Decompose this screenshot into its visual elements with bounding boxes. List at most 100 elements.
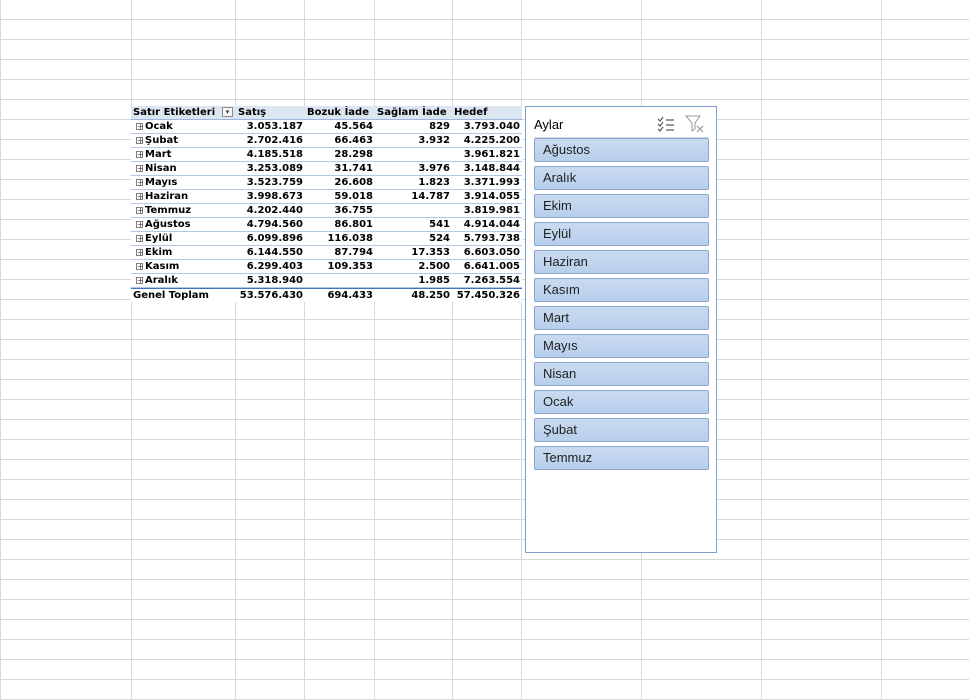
total-bozuk-iade[interactable]: 694.433 xyxy=(305,289,375,302)
cell-satis[interactable]: 3.253.089 xyxy=(236,162,305,175)
expand-icon[interactable]: + xyxy=(136,137,144,145)
expand-icon[interactable]: + xyxy=(136,193,144,201)
cell-hedef[interactable]: 3.914.055 xyxy=(452,190,522,203)
row-label-cell[interactable]: +Kasım xyxy=(131,260,236,273)
expand-icon[interactable]: + xyxy=(136,207,144,215)
cell-hedef[interactable]: 7.263.554 xyxy=(452,274,522,287)
cell-bozuk-iade[interactable]: 66.463 xyxy=(305,134,375,147)
cell-hedef[interactable]: 5.793.738 xyxy=(452,232,522,245)
slicer-item[interactable]: Haziran xyxy=(534,250,709,274)
cell-saglam-iade[interactable]: 541 xyxy=(375,218,452,231)
worksheet-grid[interactable]: Satır Etiketleri ▾ Satış Bozuk İade Sağl… xyxy=(0,0,969,700)
cell-hedef[interactable]: 4.225.200 xyxy=(452,134,522,147)
cell-hedef[interactable]: 3.961.821 xyxy=(452,148,522,161)
slicer-item[interactable]: Mayıs xyxy=(534,334,709,358)
expand-icon[interactable]: + xyxy=(136,263,144,271)
cell-bozuk-iade[interactable]: 116.038 xyxy=(305,232,375,245)
total-hedef[interactable]: 57.450.326 xyxy=(452,289,522,302)
slicer-item[interactable]: Temmuz xyxy=(534,446,709,470)
clear-filter-icon[interactable] xyxy=(685,115,705,133)
cell-saglam-iade[interactable]: 1.985 xyxy=(375,274,452,287)
cell-saglam-iade[interactable] xyxy=(375,204,452,217)
slicer-item[interactable]: Aralık xyxy=(534,166,709,190)
cell-bozuk-iade[interactable]: 86.801 xyxy=(305,218,375,231)
slicer-item[interactable]: Mart xyxy=(534,306,709,330)
cell-saglam-iade[interactable]: 524 xyxy=(375,232,452,245)
row-label-cell[interactable]: +Haziran xyxy=(131,190,236,203)
row-label-cell[interactable]: +Aralık xyxy=(131,274,236,287)
cell-hedef[interactable]: 4.914.044 xyxy=(452,218,522,231)
cell-satis[interactable]: 3.998.673 xyxy=(236,190,305,203)
cell-bozuk-iade[interactable]: 31.741 xyxy=(305,162,375,175)
cell-bozuk-iade[interactable]: 87.794 xyxy=(305,246,375,259)
cell-saglam-iade[interactable]: 829 xyxy=(375,120,452,133)
header-row-labels[interactable]: Satır Etiketleri xyxy=(131,106,236,119)
header-hedef[interactable]: Hedef xyxy=(452,106,522,119)
total-saglam-iade[interactable]: 48.250 xyxy=(375,289,452,302)
expand-icon[interactable]: + xyxy=(136,165,144,173)
cell-bozuk-iade[interactable] xyxy=(305,274,375,287)
cell-saglam-iade[interactable] xyxy=(375,148,452,161)
cell-saglam-iade[interactable]: 14.787 xyxy=(375,190,452,203)
cell-hedef[interactable]: 3.371.993 xyxy=(452,176,522,189)
cell-bozuk-iade[interactable]: 45.564 xyxy=(305,120,375,133)
expand-icon[interactable]: + xyxy=(136,277,144,285)
expand-icon[interactable]: + xyxy=(136,123,144,131)
row-label-cell[interactable]: +Ağustos xyxy=(131,218,236,231)
cell-hedef[interactable]: 6.641.005 xyxy=(452,260,522,273)
slicer-item[interactable]: Kasım xyxy=(534,278,709,302)
total-satis[interactable]: 53.576.430 xyxy=(236,289,305,302)
row-label-filter-button[interactable]: ▾ xyxy=(222,107,233,117)
expand-icon[interactable]: + xyxy=(136,235,144,243)
header-bozuk-iade[interactable]: Bozuk İade xyxy=(305,106,375,119)
slicer-aylar[interactable]: Aylar Ağustos Aralık Ekim Eylül Haziran … xyxy=(525,106,717,553)
cell-hedef[interactable]: 6.603.050 xyxy=(452,246,522,259)
header-saglam-iade[interactable]: Sağlam İade xyxy=(375,106,452,119)
row-label-cell[interactable]: +Mayıs xyxy=(131,176,236,189)
cell-saglam-iade[interactable]: 2.500 xyxy=(375,260,452,273)
slicer-item[interactable]: Şubat xyxy=(534,418,709,442)
cell-satis[interactable]: 4.185.518 xyxy=(236,148,305,161)
cell-bozuk-iade[interactable]: 36.755 xyxy=(305,204,375,217)
multi-select-icon[interactable] xyxy=(656,115,676,133)
cell-bozuk-iade[interactable]: 26.608 xyxy=(305,176,375,189)
row-label-cell[interactable]: +Mart xyxy=(131,148,236,161)
cell-hedef[interactable]: 3.819.981 xyxy=(452,204,522,217)
cell-bozuk-iade[interactable]: 59.018 xyxy=(305,190,375,203)
cell-saglam-iade[interactable]: 3.976 xyxy=(375,162,452,175)
cell-satis[interactable]: 2.702.416 xyxy=(236,134,305,147)
slicer-item[interactable]: Ocak xyxy=(534,390,709,414)
cell-hedef[interactable]: 3.148.844 xyxy=(452,162,522,175)
slicer-item[interactable]: Eylül xyxy=(534,222,709,246)
cell-satis[interactable]: 4.794.560 xyxy=(236,218,305,231)
expand-icon[interactable]: + xyxy=(136,221,144,229)
cell-satis[interactable]: 4.202.440 xyxy=(236,204,305,217)
row-label-cell[interactable]: +Eylül xyxy=(131,232,236,245)
total-label[interactable]: Genel Toplam xyxy=(131,289,236,302)
expand-icon[interactable]: + xyxy=(136,249,144,257)
row-label-cell[interactable]: +Temmuz xyxy=(131,204,236,217)
column-line xyxy=(452,0,453,700)
expand-icon[interactable]: + xyxy=(136,179,144,187)
cell-satis[interactable]: 5.318.940 xyxy=(236,274,305,287)
cell-satis[interactable]: 3.523.759 xyxy=(236,176,305,189)
cell-satis[interactable]: 6.144.550 xyxy=(236,246,305,259)
header-satis[interactable]: Satış xyxy=(236,106,305,119)
expand-icon[interactable]: + xyxy=(136,151,144,159)
cell-saglam-iade[interactable]: 3.932 xyxy=(375,134,452,147)
slicer-item[interactable]: Ağustos xyxy=(534,138,709,162)
cell-bozuk-iade[interactable]: 28.298 xyxy=(305,148,375,161)
slicer-item[interactable]: Ekim xyxy=(534,194,709,218)
cell-bozuk-iade[interactable]: 109.353 xyxy=(305,260,375,273)
cell-satis[interactable]: 3.053.187 xyxy=(236,120,305,133)
cell-saglam-iade[interactable]: 17.353 xyxy=(375,246,452,259)
slicer-item[interactable]: Nisan xyxy=(534,362,709,386)
row-label-cell[interactable]: +Şubat xyxy=(131,134,236,147)
cell-satis[interactable]: 6.099.896 xyxy=(236,232,305,245)
row-label-cell[interactable]: +Nisan xyxy=(131,162,236,175)
cell-saglam-iade[interactable]: 1.823 xyxy=(375,176,452,189)
row-label-cell[interactable]: +Ocak xyxy=(131,120,236,133)
cell-satis[interactable]: 6.299.403 xyxy=(236,260,305,273)
row-label-cell[interactable]: +Ekim xyxy=(131,246,236,259)
cell-hedef[interactable]: 3.793.040 xyxy=(452,120,522,133)
